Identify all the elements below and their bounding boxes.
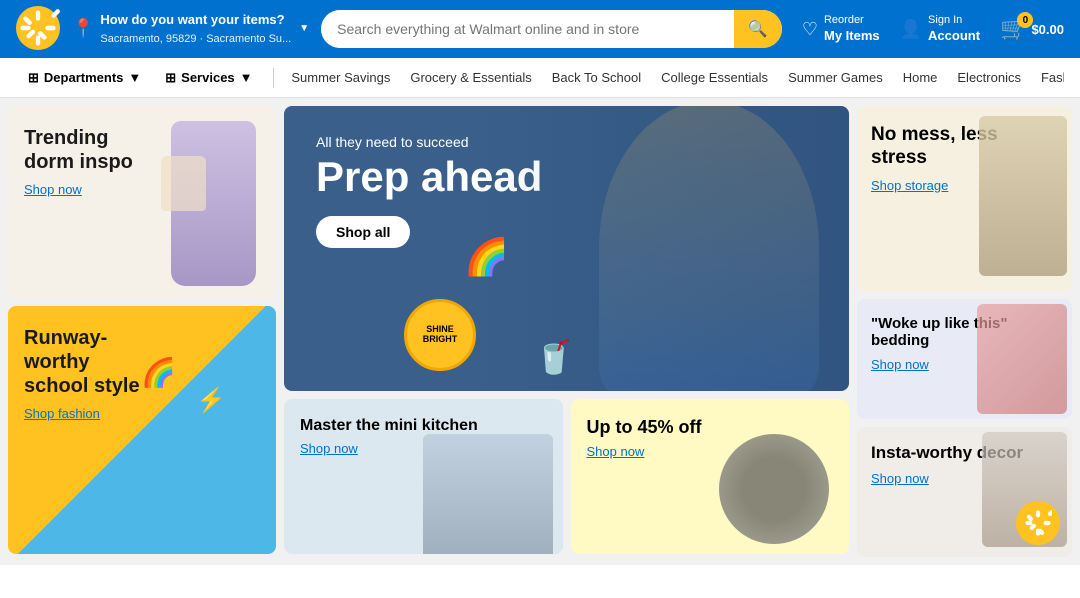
shop-all-button[interactable]: Shop all <box>316 216 410 248</box>
decor-link[interactable]: Shop now <box>871 471 929 486</box>
departments-button[interactable]: ⊞ Departments ▼ <box>16 58 153 97</box>
stress-card: No mess, less stress Shop storage <box>857 106 1072 291</box>
site-header: 📍 How do you want your items? Sacramento… <box>0 0 1080 58</box>
services-grid-icon: ⊞ <box>165 70 176 86</box>
center-bottom-cards: Master the mini kitchen Shop now Up to 4… <box>284 399 849 554</box>
nav-link-electronics[interactable]: Electronics <box>947 70 1031 85</box>
lightning-sticker: ⚡ <box>196 386 226 415</box>
nav-link-grocery[interactable]: Grocery & Essentials <box>400 70 541 85</box>
nav-link-summer-games[interactable]: Summer Games <box>778 70 893 85</box>
location-icon: 📍 <box>72 18 94 39</box>
bedding-image <box>977 304 1067 414</box>
nav-link-college[interactable]: College Essentials <box>651 70 778 85</box>
hero-rainbow-sticker: 🌈 <box>464 236 509 278</box>
bedding-card: "Woke up like this" bedding Shop now <box>857 299 1072 419</box>
sale-link[interactable]: Shop now <box>587 444 645 459</box>
main-content: Trending dorm inspo Shop now Runway-wort… <box>0 98 1080 565</box>
location-chevron-icon: ▼ <box>299 23 309 34</box>
nav-links: Summer Savings Grocery & Essentials Back… <box>281 70 1064 85</box>
nav-link-fashion[interactable]: Fashion <box>1031 70 1064 85</box>
rainbow-sticker: 🌈 <box>141 356 176 389</box>
services-button[interactable]: ⊞ Services ▼ <box>153 58 264 97</box>
sale-card: Up to 45% off Shop now <box>571 399 850 554</box>
stress-link[interactable]: Shop storage <box>871 178 948 193</box>
dorm-card: Trending dorm inspo Shop now <box>8 106 276 298</box>
search-bar: 🔍 <box>321 10 782 48</box>
walmart-badge <box>1016 501 1060 545</box>
kid-silhouette <box>599 106 819 391</box>
search-input[interactable] <box>321 10 734 48</box>
grid-icon: ⊞ <box>28 70 39 86</box>
storage-image <box>979 116 1067 276</box>
left-column: Trending dorm inspo Shop now Runway-wort… <box>8 106 276 557</box>
shine-bright-sticker: SHINEBRIGHT <box>404 299 476 371</box>
header-actions: ♡ Reorder My Items 👤 Sign In Account 🛒 0… <box>802 13 1064 44</box>
dorm-link[interactable]: Shop now <box>24 182 82 197</box>
services-chevron-icon: ▼ <box>240 70 253 85</box>
center-column: All they need to succeed Prep ahead Shop… <box>284 106 849 557</box>
user-icon: 👤 <box>900 19 922 40</box>
cart-price: $0.00 <box>1031 22 1064 37</box>
cart-button[interactable]: 🛒 0 $0.00 <box>1000 16 1064 42</box>
right-column: No mess, less stress Shop storage "Woke … <box>857 106 1072 557</box>
bedding-link[interactable]: Shop now <box>871 357 929 372</box>
kitchen-image <box>423 434 553 554</box>
nav-link-back-to-school[interactable]: Back To School <box>542 70 651 85</box>
signin-button[interactable]: 👤 Sign In Account <box>900 13 980 44</box>
location-prompt: How do you want your items? <box>100 12 284 27</box>
dorm-title: Trending dorm inspo <box>24 126 144 174</box>
nav-link-summer-savings[interactable]: Summer Savings <box>281 70 400 85</box>
bottle-sticker: 🥤 <box>534 338 574 376</box>
kitchen-link[interactable]: Shop now <box>300 441 358 456</box>
heart-icon: ♡ <box>802 19 818 40</box>
walmart-logo[interactable] <box>16 6 60 53</box>
location-detail: Sacramento, 95829 · Sacramento Su... <box>100 33 291 45</box>
reorder-button[interactable]: ♡ Reorder My Items <box>802 13 880 44</box>
main-navbar: ⊞ Departments ▼ ⊞ Services ▼ Summer Savi… <box>0 58 1080 98</box>
fan-image <box>719 434 829 544</box>
fashion-card: Runway-worthy school style Shop fashion … <box>8 306 276 554</box>
kitchen-title: Master the mini kitchen <box>300 417 547 435</box>
kitchen-card: Master the mini kitchen Shop now <box>284 399 563 554</box>
sale-title: Up to 45% off <box>587 417 834 438</box>
search-icon: 🔍 <box>748 19 768 39</box>
departments-chevron-icon: ▼ <box>128 70 141 85</box>
decor-card: Insta-worthy decor Shop now <box>857 427 1072 557</box>
hand-image <box>161 156 206 211</box>
location-button[interactable]: 📍 How do you want your items? Sacramento… <box>72 11 309 46</box>
fashion-title: Runway-worthy school style <box>24 326 154 398</box>
hero-card: All they need to succeed Prep ahead Shop… <box>284 106 849 391</box>
nav-divider <box>273 68 274 88</box>
search-button[interactable]: 🔍 <box>734 10 782 48</box>
nav-link-home[interactable]: Home <box>893 70 948 85</box>
